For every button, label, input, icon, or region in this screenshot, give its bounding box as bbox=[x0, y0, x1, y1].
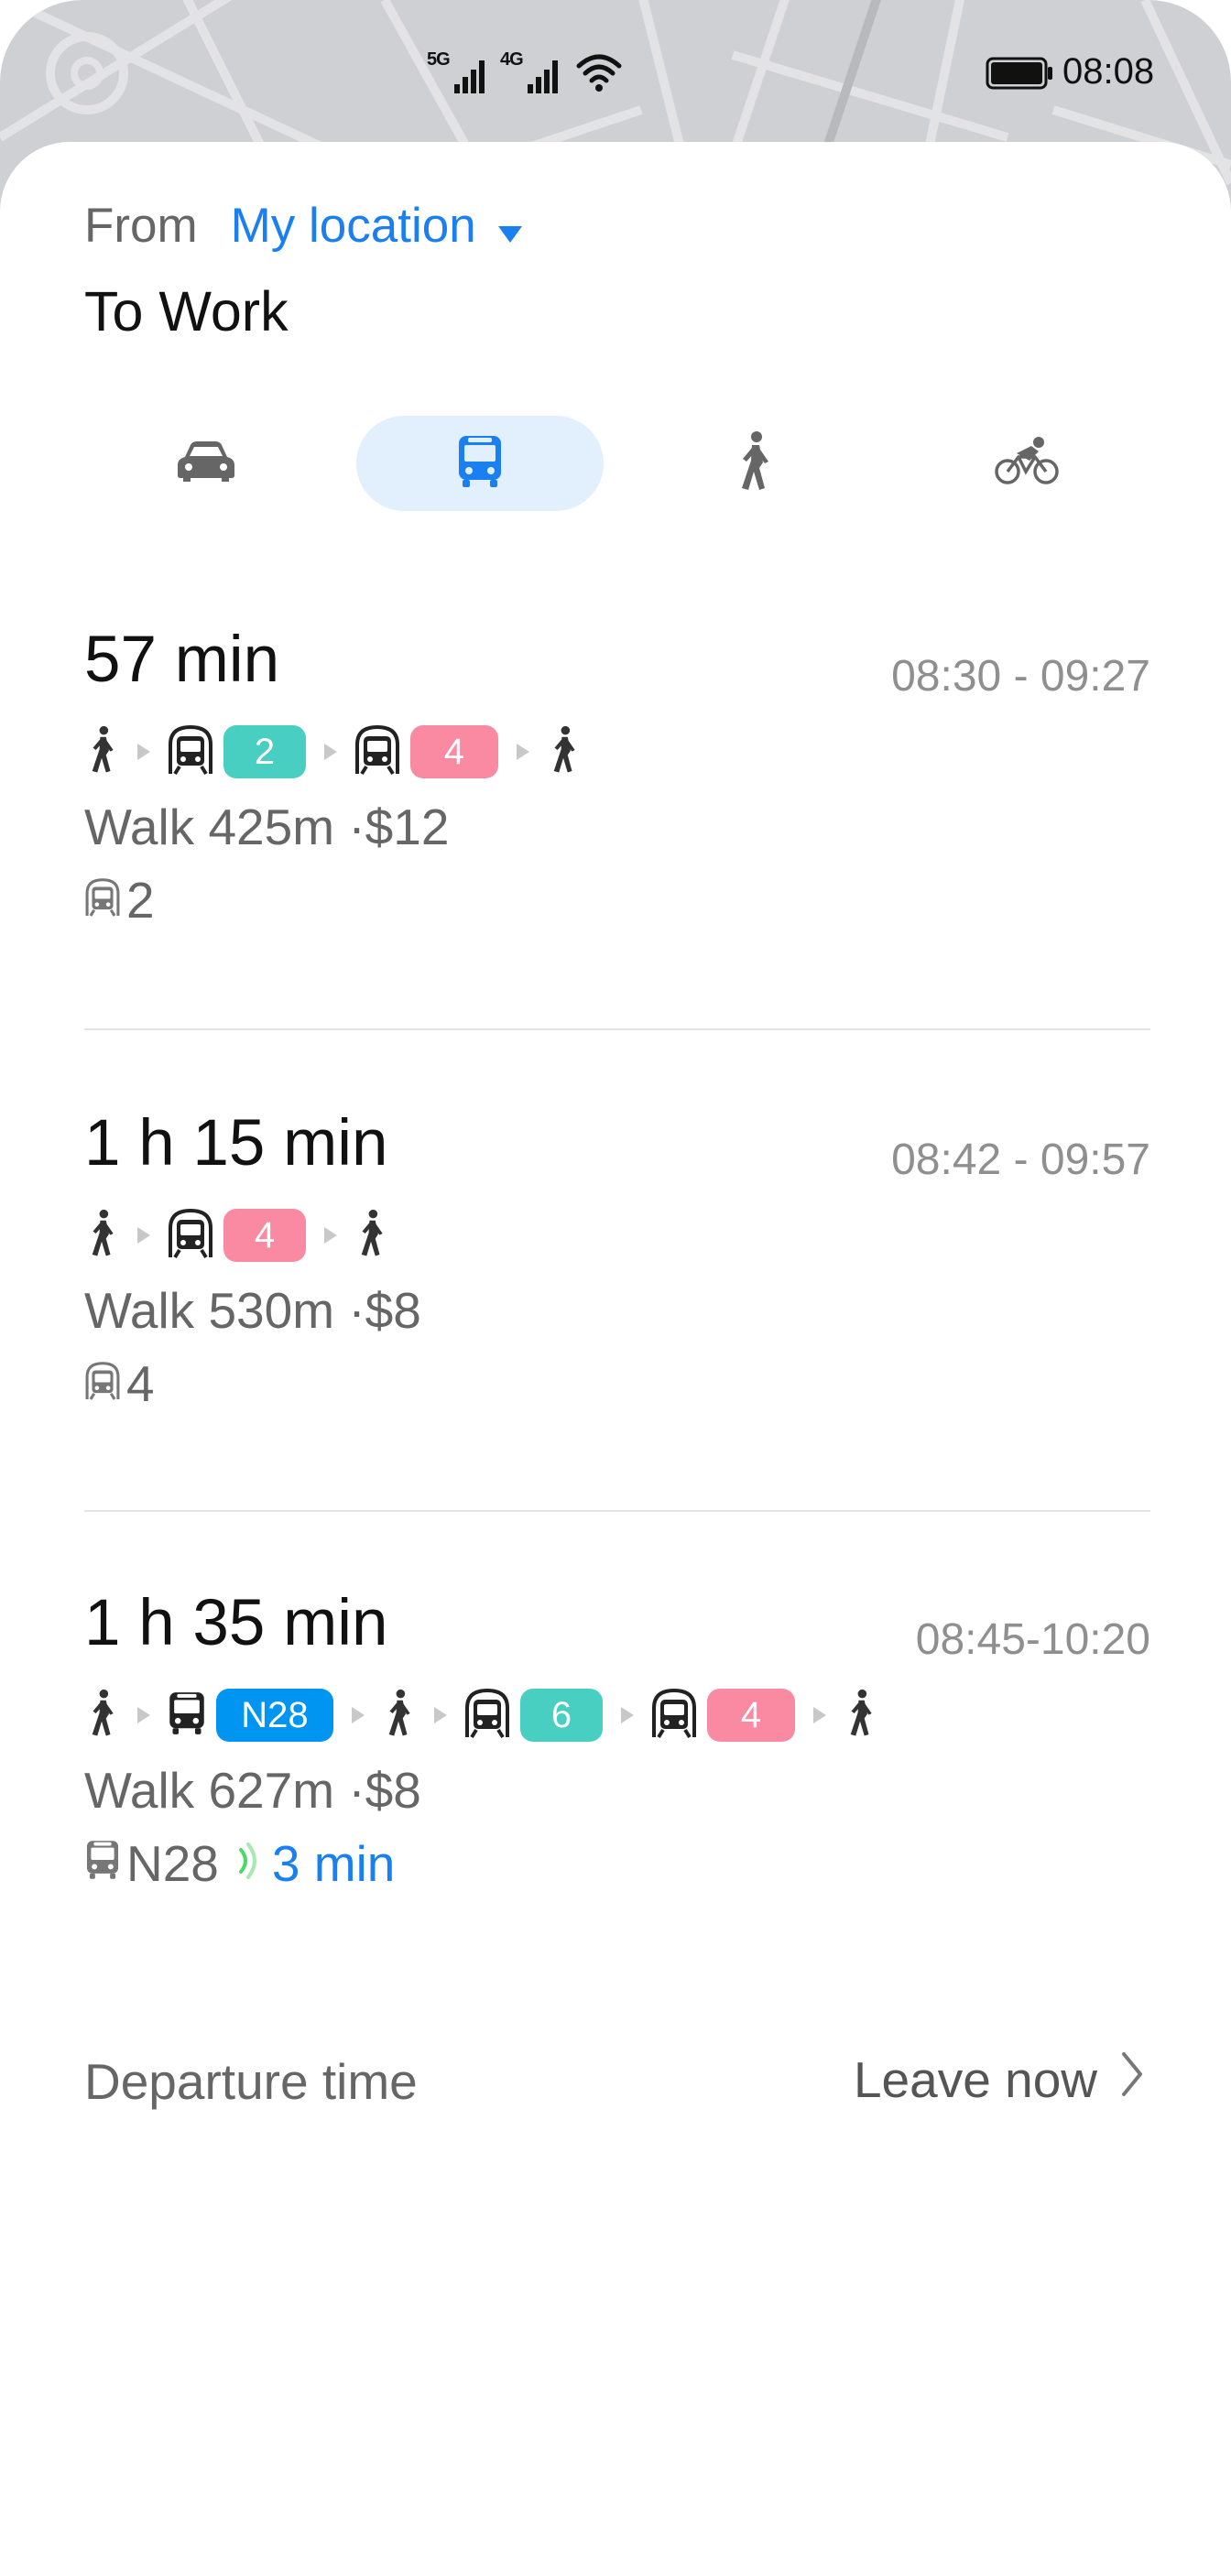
chevron-right-icon bbox=[322, 1225, 339, 1245]
line-badge: N28 bbox=[216, 1689, 333, 1742]
line-badge: 6 bbox=[520, 1689, 603, 1742]
chevron-right-icon bbox=[136, 1705, 152, 1725]
route-steps: N28 6 4 bbox=[84, 1686, 877, 1745]
tab-cycling[interactable] bbox=[903, 416, 1150, 511]
walk-icon bbox=[84, 725, 119, 779]
leave-now-label: Leave now bbox=[853, 2051, 1097, 2108]
route-duration: 1 h 35 min bbox=[84, 1587, 388, 1659]
walk-icon bbox=[546, 725, 581, 779]
walk-icon bbox=[732, 430, 776, 496]
eta-text: 3 min bbox=[271, 1835, 396, 1892]
chevron-right-icon bbox=[812, 1705, 828, 1725]
network-type-label: 5G bbox=[427, 49, 451, 70]
walk-icon bbox=[843, 1689, 877, 1743]
line-badge: 4 bbox=[410, 725, 498, 778]
route-steps: 2 4 bbox=[84, 723, 581, 781]
route-duration: 1 h 15 min bbox=[84, 1107, 388, 1179]
chevron-right-icon bbox=[322, 742, 339, 762]
bike-icon bbox=[995, 436, 1059, 491]
walk-icon bbox=[84, 1209, 119, 1263]
bus-icon bbox=[84, 1834, 121, 1893]
from-location-selector[interactable]: My location bbox=[231, 201, 476, 250]
status-time: 08:08 bbox=[1062, 51, 1155, 92]
walk-icon bbox=[381, 1689, 416, 1743]
route-times: 08:30 - 09:27 bbox=[891, 652, 1150, 701]
route-line-info: 2 bbox=[84, 871, 155, 929]
chevron-right-icon bbox=[619, 1705, 636, 1725]
realtime-signal-icon bbox=[237, 1834, 259, 1893]
route-option[interactable]: 1 h 35 min 08:45-10:20 N28 6 4 Walk 627m… bbox=[84, 1591, 1150, 1893]
wifi-icon bbox=[575, 53, 623, 98]
route-option[interactable]: 1 h 15 min 08:42 - 09:57 4 Walk 530m ·$8… bbox=[84, 1107, 1150, 1412]
line-badge: 4 bbox=[707, 1689, 795, 1742]
from-label: From bbox=[84, 199, 198, 253]
metro-icon bbox=[354, 724, 401, 780]
metro-icon bbox=[167, 1208, 214, 1264]
from-row[interactable]: From My location bbox=[84, 199, 524, 253]
chevron-right-icon bbox=[136, 1225, 152, 1245]
chevron-right-icon bbox=[515, 742, 531, 762]
metro-icon bbox=[650, 1688, 698, 1744]
route-times: 08:45-10:20 bbox=[915, 1615, 1150, 1664]
route-summary: Walk 627m ·$8 bbox=[84, 1762, 421, 1819]
metro-icon bbox=[167, 724, 214, 780]
metro-icon bbox=[84, 871, 121, 929]
tab-driving[interactable] bbox=[82, 416, 330, 511]
route-sheet: From My location To Work 57 min 08:30 - … bbox=[0, 142, 1231, 2576]
bus-icon bbox=[455, 434, 505, 494]
chevron-right-icon bbox=[136, 742, 152, 762]
route-line-info: 4 bbox=[84, 1354, 155, 1413]
chevron-right-icon bbox=[432, 1705, 449, 1725]
route-steps: 4 bbox=[84, 1206, 388, 1265]
line-number: 2 bbox=[126, 872, 155, 929]
chevron-right-icon bbox=[350, 1705, 366, 1725]
metro-icon bbox=[84, 1354, 121, 1413]
line-badge: 4 bbox=[223, 1209, 306, 1262]
route-duration: 57 min bbox=[84, 624, 280, 696]
line-number: 4 bbox=[126, 1355, 155, 1412]
network-type-label: 4G bbox=[500, 49, 524, 70]
destination-label[interactable]: To Work bbox=[84, 279, 289, 343]
divider bbox=[84, 1028, 1150, 1030]
route-summary: Walk 530m ·$8 bbox=[84, 1282, 421, 1339]
route-option[interactable]: 57 min 08:30 - 09:27 2 4 Walk 425m ·$12 … bbox=[84, 624, 1150, 929]
line-badge: 2 bbox=[223, 725, 306, 778]
battery-icon bbox=[986, 57, 1055, 94]
tab-walking[interactable] bbox=[630, 416, 877, 511]
bus-icon bbox=[167, 1690, 207, 1742]
metro-icon bbox=[463, 1688, 511, 1744]
cellular-signal-icon: 5G bbox=[427, 49, 491, 97]
chevron-right-icon bbox=[1121, 2050, 1143, 2109]
cellular-signal-icon: 4G bbox=[500, 49, 564, 97]
tab-transit[interactable] bbox=[356, 416, 604, 511]
status-bar: 5G 4G 08:08 bbox=[0, 46, 1231, 101]
route-summary: Walk 425m ·$12 bbox=[84, 799, 450, 855]
walk-icon bbox=[354, 1209, 388, 1263]
car-icon bbox=[176, 440, 236, 487]
route-line-info: N28 3 min bbox=[84, 1834, 395, 1893]
line-number: N28 bbox=[126, 1835, 219, 1892]
leave-now-button[interactable]: Leave now bbox=[854, 2050, 1143, 2109]
route-times: 08:42 - 09:57 bbox=[891, 1136, 1150, 1184]
departure-time-label: Departure time bbox=[84, 2053, 418, 2110]
walk-icon bbox=[84, 1689, 119, 1743]
divider bbox=[84, 1510, 1150, 1512]
caret-down-icon[interactable] bbox=[496, 204, 524, 253]
